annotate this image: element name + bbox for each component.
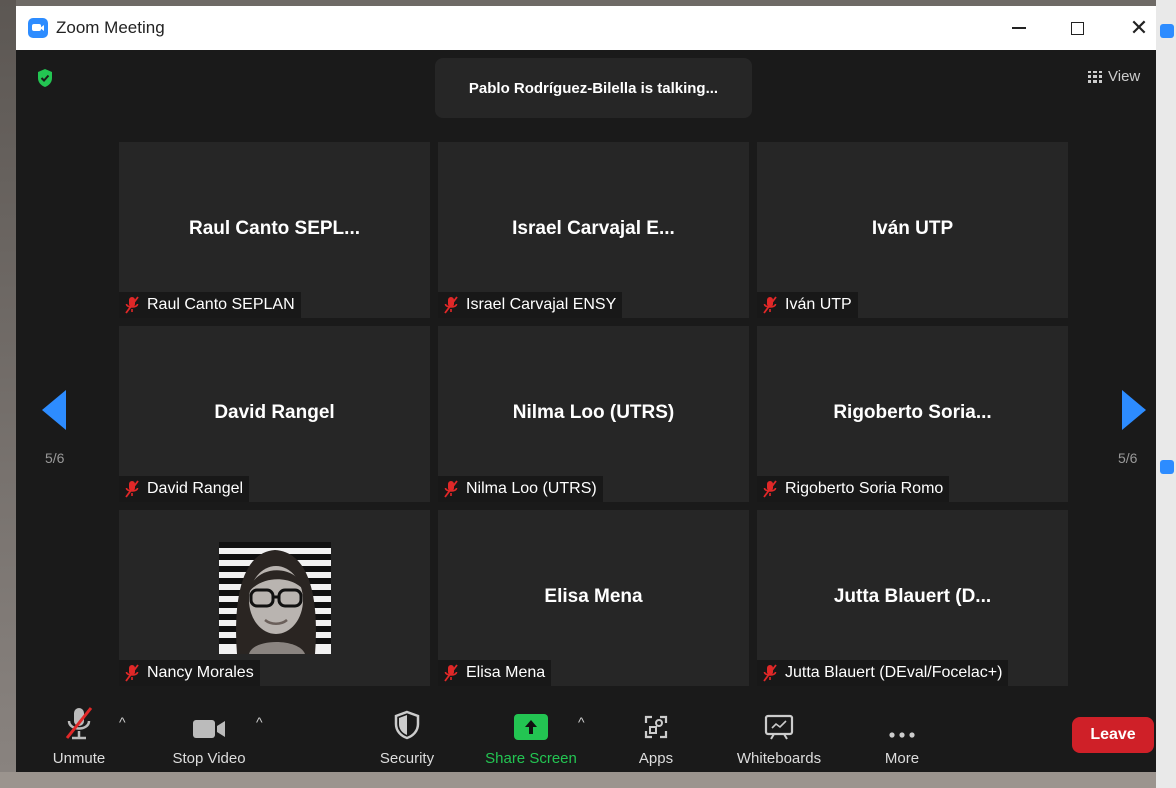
unmute-label: Unmute — [52, 750, 106, 767]
participant-display-name: Iván UTP — [871, 218, 954, 239]
minimize-button[interactable] — [994, 6, 1044, 50]
mic-muted-icon — [763, 480, 777, 498]
more-label: More — [884, 750, 920, 767]
more-button[interactable]: More — [872, 700, 932, 772]
mic-muted-icon — [125, 480, 139, 498]
next-page-arrow-icon[interactable] — [1122, 390, 1146, 430]
participant-name-tag: Jutta Blauert (DEval/Focelac+) — [757, 660, 1009, 686]
desktop-background — [0, 0, 16, 788]
participant-tile[interactable]: Raul Canto SEPL... Raul Canto SEPLAN — [119, 142, 430, 318]
participant-label: Iván UTP — [785, 296, 852, 313]
page-indicator-left: 5/6 — [45, 450, 65, 466]
title-bar: Zoom Meeting ✕ — [16, 6, 1156, 50]
participant-name-tag: David Rangel — [119, 476, 250, 502]
mic-muted-icon — [763, 296, 777, 314]
maximize-button[interactable] — [1052, 6, 1102, 50]
participant-label: David Rangel — [147, 480, 244, 497]
maximize-icon — [1070, 21, 1084, 35]
active-speaker-banner: Pablo Rodríguez-Bilella is talking... — [435, 58, 752, 118]
participant-name-tag: Elisa Mena — [438, 660, 552, 686]
participant-display-name: Raul Canto SEPL... — [188, 218, 361, 239]
page-indicator-right: 5/6 — [1118, 450, 1138, 466]
grid-view-icon — [1088, 70, 1102, 83]
participant-tile[interactable]: Nancy Morales — [119, 510, 430, 686]
whiteboard-icon — [764, 714, 794, 740]
participant-label: Rigoberto Soria Romo — [785, 480, 944, 497]
participant-display-name: Israel Carvajal E... — [512, 218, 675, 239]
share-screen-label: Share Screen — [485, 750, 577, 767]
participant-tile[interactable]: Israel Carvajal E... Israel Carvajal ENS… — [438, 142, 749, 318]
participant-name-tag: Raul Canto SEPLAN — [119, 292, 301, 318]
video-options-chevron-icon[interactable]: ^ — [256, 714, 263, 730]
participant-label: Israel Carvajal ENSY — [466, 296, 617, 313]
participant-label: Jutta Blauert (DEval/Focelac+) — [785, 664, 1003, 681]
unmute-button[interactable]: Unmute — [46, 700, 112, 772]
participant-tile[interactable]: Nilma Loo (UTRS) Nilma Loo (UTRS) — [438, 326, 749, 502]
participant-tile[interactable]: Elisa Mena Elisa Mena — [438, 510, 749, 686]
participant-avatar — [219, 542, 331, 654]
share-screen-icon — [514, 714, 548, 740]
participant-label: Elisa Mena — [466, 664, 546, 681]
meeting-stage: Pablo Rodríguez-Bilella is talking... Vi… — [16, 50, 1156, 772]
participant-display-name: Rigoberto Soria... — [833, 402, 992, 423]
participant-tile[interactable]: Jutta Blauert (D... Jutta Blauert (DEval… — [757, 510, 1068, 686]
security-button[interactable]: Security — [372, 700, 442, 772]
participant-display-name: Nilma Loo (UTRS) — [512, 402, 675, 423]
participant-display-name: Elisa Mena — [544, 586, 643, 607]
close-icon: ✕ — [1129, 15, 1149, 40]
mic-muted-icon — [763, 664, 777, 682]
view-label: View — [1108, 68, 1141, 85]
zoom-meeting-window: Zoom Meeting ✕ Pablo Rodríguez-Bilella i… — [16, 6, 1156, 772]
more-options-icon — [889, 732, 915, 738]
profile-photo-icon — [219, 542, 331, 654]
participant-name-tag: Nilma Loo (UTRS) — [438, 476, 603, 502]
participant-display-name: David Rangel — [214, 402, 335, 423]
participant-name-tag: Iván UTP — [757, 292, 858, 318]
mic-muted-icon — [125, 664, 139, 682]
apps-icon — [644, 715, 668, 739]
participant-label: Nancy Morales — [147, 664, 254, 681]
zoom-app-icon — [1160, 460, 1174, 474]
security-label: Security — [379, 750, 435, 767]
mic-muted-icon — [444, 480, 458, 498]
whiteboards-label: Whiteboards — [736, 750, 822, 767]
apps-label: Apps — [638, 750, 674, 767]
share-screen-button[interactable]: Share Screen — [478, 700, 584, 772]
video-camera-icon — [193, 720, 225, 738]
mic-muted-icon — [65, 707, 93, 740]
meeting-controls-toolbar: Unmute ^ Stop Video ^ Security Share Scr… — [16, 700, 1156, 772]
window-title: Zoom Meeting — [56, 18, 165, 37]
participant-tile[interactable]: Rigoberto Soria... Rigoberto Soria Romo — [757, 326, 1068, 502]
stop-video-button[interactable]: Stop Video — [164, 700, 254, 772]
stop-video-label: Stop Video — [172, 750, 246, 767]
participant-name-tag: Rigoberto Soria Romo — [757, 476, 950, 502]
mic-muted-icon — [444, 664, 458, 682]
audio-options-chevron-icon[interactable]: ^ — [119, 714, 126, 730]
encryption-shield-icon[interactable] — [36, 68, 54, 88]
participant-tile[interactable]: David Rangel David Rangel — [119, 326, 430, 502]
whiteboards-button[interactable]: Whiteboards — [726, 700, 832, 772]
participant-label: Nilma Loo (UTRS) — [466, 480, 597, 497]
security-shield-icon — [394, 710, 420, 740]
minimize-icon — [1012, 27, 1026, 29]
participant-label: Raul Canto SEPLAN — [147, 296, 295, 313]
participant-name-tag: Israel Carvajal ENSY — [438, 292, 623, 318]
share-options-chevron-icon[interactable]: ^ — [578, 714, 585, 730]
close-button[interactable]: ✕ — [1114, 6, 1164, 50]
participant-display-name: Jutta Blauert (D... — [833, 586, 992, 607]
zoom-app-icon — [28, 18, 48, 38]
participant-name-tag: Nancy Morales — [119, 660, 260, 686]
previous-page-arrow-icon[interactable] — [42, 390, 66, 430]
leave-button[interactable]: Leave — [1072, 717, 1154, 753]
mic-muted-icon — [125, 296, 139, 314]
view-button[interactable]: View — [1088, 68, 1140, 85]
apps-button[interactable]: Apps — [626, 700, 686, 772]
desktop-background-bottom — [0, 772, 1176, 788]
participant-tile[interactable]: Iván UTP Iván UTP — [757, 142, 1068, 318]
background-window — [1156, 0, 1176, 788]
mic-muted-icon — [444, 296, 458, 314]
